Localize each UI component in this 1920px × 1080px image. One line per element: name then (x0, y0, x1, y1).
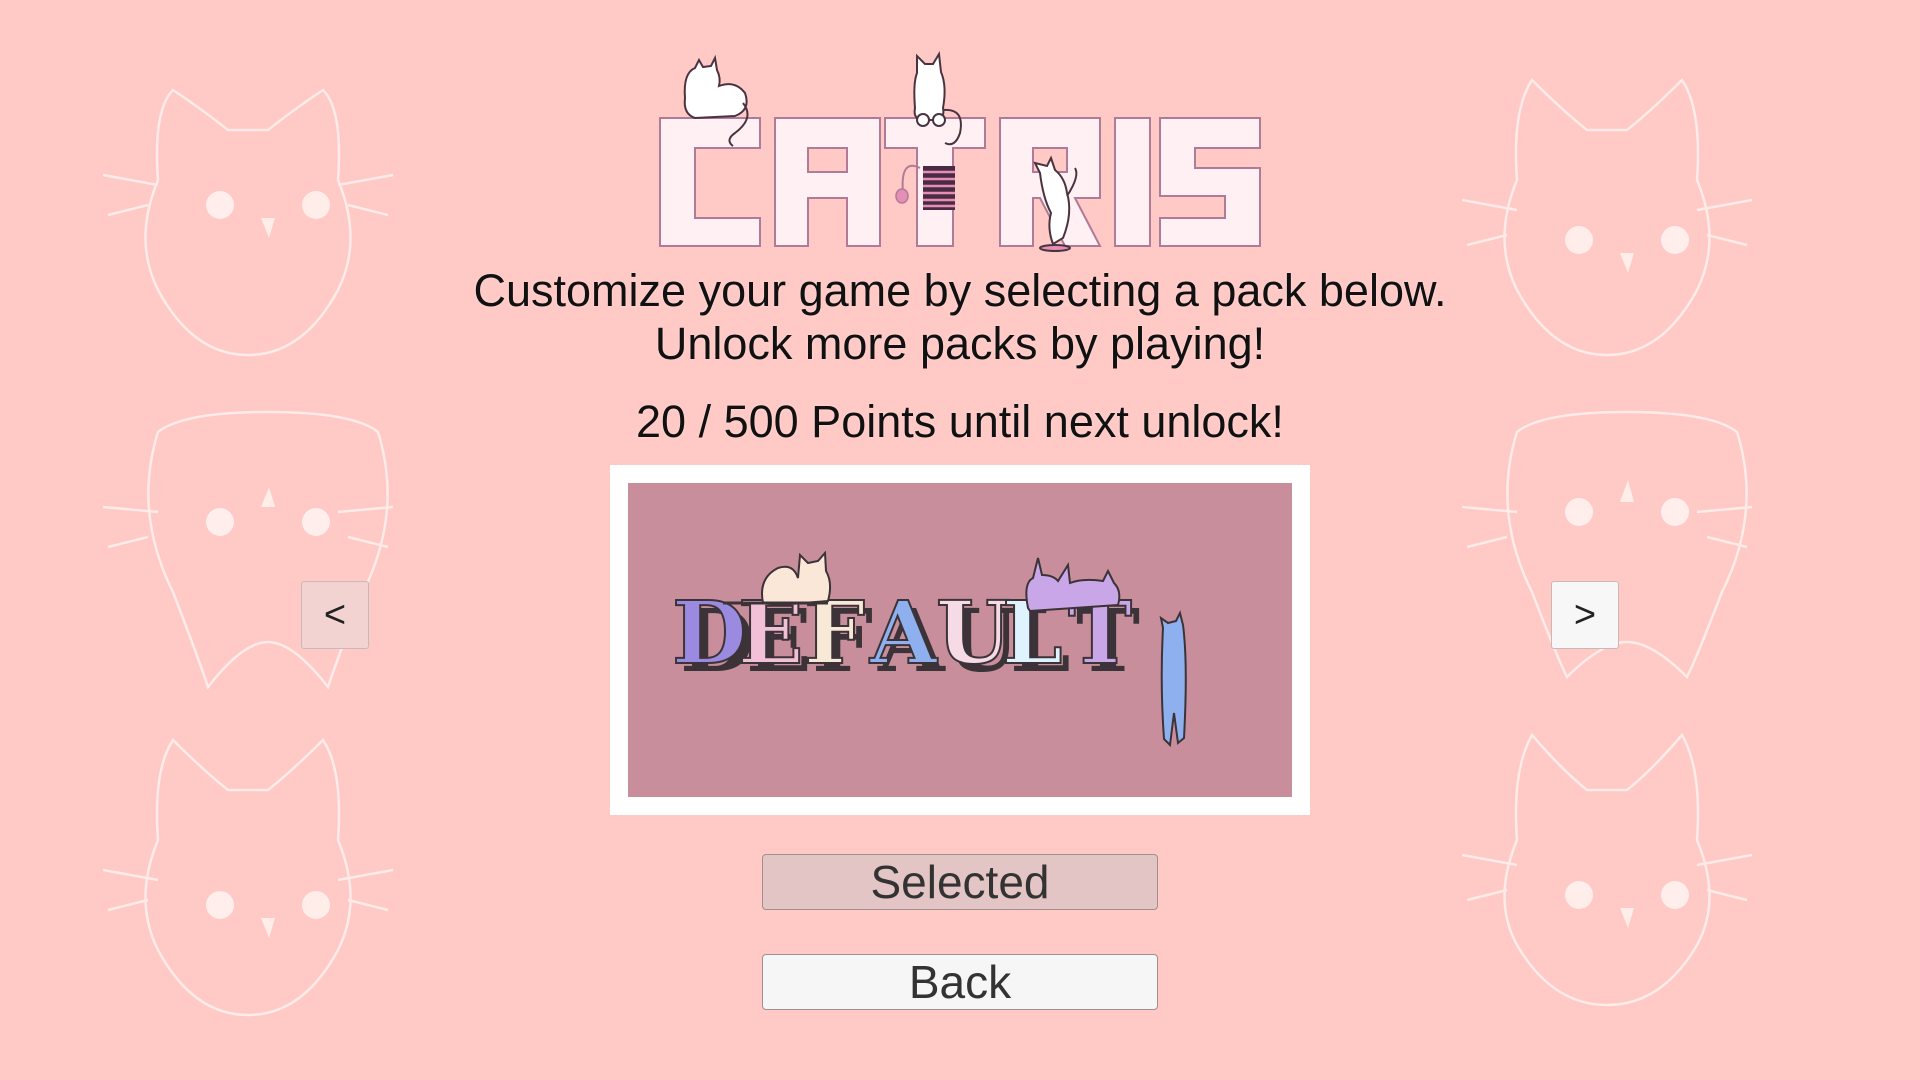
pack-preview-image: DEFAULT DEFAULT (628, 483, 1292, 797)
cat-lilac-icon (1025, 557, 1121, 613)
selected-button[interactable]: Selected (762, 854, 1158, 910)
cat-blue-icon (1159, 610, 1187, 748)
cat-face-bg-icon (102, 730, 433, 1030)
catris-logo (655, 48, 1265, 253)
next-pack-button[interactable]: > (1551, 581, 1619, 649)
instruction-line-1: Customize your game by selecting a pack … (473, 265, 1447, 316)
pack-letter: A (869, 583, 938, 684)
cat-face-bg-icon (1461, 720, 1792, 1020)
instruction-line-2: Unlock more packs by playing! (654, 318, 1266, 369)
pack-preview-frame[interactable]: DEFAULT DEFAULT (610, 465, 1310, 815)
pack-letter: D (672, 583, 747, 684)
yarn-ball-icon (895, 164, 955, 210)
back-button[interactable]: Back (762, 954, 1158, 1010)
previous-pack-button[interactable]: < (301, 581, 369, 649)
pack-title-art: DEFAULT DE F A UL T (671, 550, 1187, 748)
pack-letter: U (936, 583, 1011, 684)
points-progress-text: 20 / 500 Points until next unlock! (636, 396, 1284, 447)
